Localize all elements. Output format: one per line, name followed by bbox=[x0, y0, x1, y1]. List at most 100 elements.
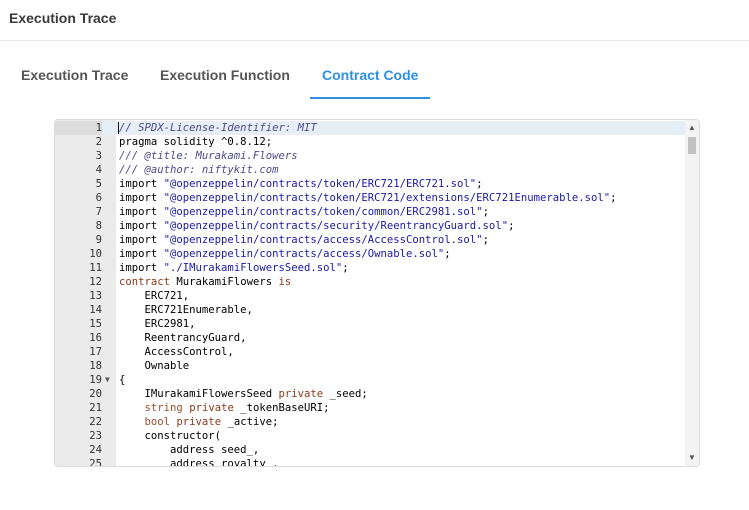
code-text: import "@openzeppelin/contracts/token/co… bbox=[119, 205, 489, 219]
code-line[interactable]: 23 constructor( bbox=[55, 429, 685, 443]
code-line[interactable]: 24 address seed_, bbox=[55, 443, 685, 457]
code-line[interactable]: 1 // SPDX-License-Identifier: MIT bbox=[55, 121, 685, 135]
code-token: ; bbox=[342, 262, 349, 274]
code-token: ; bbox=[610, 192, 617, 204]
code-token: import bbox=[119, 206, 164, 218]
code-text: /// @author: niftykit.com bbox=[119, 163, 278, 177]
code-text: { bbox=[119, 373, 125, 387]
code-token: ERC721Enumerable, bbox=[119, 304, 253, 316]
code-editor[interactable]: 1 // SPDX-License-Identifier: MIT 2 pragma … bbox=[54, 119, 700, 467]
code-line[interactable]: 7 import "@openzeppelin/contracts/token/c… bbox=[55, 205, 685, 219]
code-line[interactable]: 4 /// @author: niftykit.com bbox=[55, 163, 685, 177]
code-token: bool bbox=[144, 416, 171, 428]
code-line[interactable]: 2 pragma solidity ^0.8.12; bbox=[55, 135, 685, 149]
line-number: 5 bbox=[95, 178, 102, 190]
code-text: /// @title: Murakami.Flowers bbox=[119, 149, 298, 163]
code-token: ERC721, bbox=[119, 290, 190, 302]
code-line[interactable]: 22 bool private _active; bbox=[55, 415, 685, 429]
code-text: constructor( bbox=[119, 429, 222, 443]
code-token: Ownable bbox=[119, 360, 190, 372]
code-line[interactable]: 20 IMurakamiFlowersSeed private _seed; bbox=[55, 387, 685, 401]
tab-contract-code[interactable]: Contract Code bbox=[322, 67, 418, 83]
line-number: 17 bbox=[89, 346, 102, 358]
tab-execution-function[interactable]: Execution Function bbox=[160, 67, 290, 83]
code-line[interactable]: 5 import "@openzeppelin/contracts/token/E… bbox=[55, 177, 685, 191]
code-line[interactable]: 12 contract MurakamiFlowers is bbox=[55, 275, 685, 289]
line-number: 9 bbox=[95, 234, 102, 246]
active-tab-underline bbox=[310, 97, 430, 99]
code-line[interactable]: 9 import "@openzeppelin/contracts/access/… bbox=[55, 233, 685, 247]
code-token: "./IMurakamiFlowersSeed.sol" bbox=[163, 262, 343, 274]
code-token: address seed_, bbox=[119, 444, 260, 456]
code-line[interactable]: 17 AccessControl, bbox=[55, 345, 685, 359]
code-token: /// @author: niftykit.com bbox=[119, 164, 279, 176]
code-token: constructor( bbox=[119, 430, 222, 442]
scrollbar-thumb[interactable] bbox=[688, 137, 696, 154]
code-token: "@openzeppelin/contracts/access/Ownable.… bbox=[163, 248, 445, 260]
code-line[interactable]: 8 import "@openzeppelin/contracts/securit… bbox=[55, 219, 685, 233]
code-text: string private _tokenBaseURI; bbox=[119, 401, 330, 415]
line-number: 18 bbox=[89, 360, 102, 372]
code-text: AccessControl, bbox=[119, 345, 234, 359]
code-text: ERC721Enumerable, bbox=[119, 303, 253, 317]
code-token: { bbox=[119, 374, 126, 386]
line-number: 14 bbox=[89, 304, 102, 316]
code-line[interactable]: 19 ▼ { bbox=[55, 373, 685, 387]
code-token: _active; bbox=[221, 416, 279, 428]
code-line[interactable]: 10 import "@openzeppelin/contracts/access… bbox=[55, 247, 685, 261]
code-token: import bbox=[119, 234, 164, 246]
line-number: 21 bbox=[89, 402, 102, 414]
code-text: contract MurakamiFlowers is bbox=[119, 275, 291, 289]
code-text: pragma solidity ^0.8.12; bbox=[119, 135, 272, 149]
page-title: Execution Trace bbox=[9, 10, 117, 26]
code-token: ; bbox=[444, 248, 451, 260]
code-line[interactable]: 14 ERC721Enumerable, bbox=[55, 303, 685, 317]
page-header: Execution Trace bbox=[0, 0, 749, 41]
code-token: private bbox=[278, 388, 324, 400]
fold-chevron-down-icon[interactable]: ▼ bbox=[105, 373, 115, 387]
scroll-up-arrow-icon[interactable]: ▲ bbox=[685, 121, 699, 135]
line-number: 4 bbox=[95, 164, 102, 176]
code-line[interactable]: 15 ERC2981, bbox=[55, 317, 685, 331]
code-token: ; bbox=[482, 206, 489, 218]
line-number: 3 bbox=[95, 150, 102, 162]
code-text: bool private _active; bbox=[119, 415, 279, 429]
code-text: address seed_, bbox=[119, 443, 259, 457]
code-line[interactable]: 6 import "@openzeppelin/contracts/token/E… bbox=[55, 191, 685, 205]
code-area[interactable]: 1 // SPDX-License-Identifier: MIT 2 pragma … bbox=[55, 120, 685, 466]
code-line[interactable]: 25 address royalty_, bbox=[55, 457, 685, 467]
code-token: _seed; bbox=[323, 388, 368, 400]
line-number: 11 bbox=[89, 262, 102, 274]
code-token: // SPDX-License-Identifier: MIT bbox=[119, 122, 317, 134]
line-number: 24 bbox=[89, 444, 102, 456]
code-token: ReentrancyGuard, bbox=[119, 332, 247, 344]
code-text: // SPDX-License-Identifier: MIT bbox=[119, 121, 317, 135]
tab-bar: Execution Trace Execution Function Contr… bbox=[0, 55, 749, 101]
line-number: 2 bbox=[95, 136, 102, 148]
line-number: 6 bbox=[95, 192, 102, 204]
code-token: import bbox=[119, 220, 164, 232]
code-line[interactable]: 3 /// @title: Murakami.Flowers bbox=[55, 149, 685, 163]
code-token: ERC2981, bbox=[119, 318, 196, 330]
tab-execution-trace[interactable]: Execution Trace bbox=[21, 67, 128, 83]
code-line[interactable]: 13 ERC721, bbox=[55, 289, 685, 303]
code-token: import bbox=[119, 192, 164, 204]
code-token: "@openzeppelin/contracts/token/ERC721/ER… bbox=[163, 178, 477, 190]
scroll-down-arrow-icon[interactable]: ▼ bbox=[685, 451, 699, 465]
line-number: 23 bbox=[89, 430, 102, 442]
line-number: 19 bbox=[89, 374, 102, 386]
code-line[interactable]: 18 Ownable bbox=[55, 359, 685, 373]
line-number: 25 bbox=[89, 458, 102, 467]
code-text: IMurakamiFlowersSeed private _seed; bbox=[119, 387, 368, 401]
code-line[interactable]: 16 ReentrancyGuard, bbox=[55, 331, 685, 345]
code-token: import bbox=[119, 248, 164, 260]
line-number: 1 bbox=[55, 121, 102, 135]
code-line[interactable]: 11 import "./IMurakamiFlowersSeed.sol"; bbox=[55, 261, 685, 275]
code-token: import bbox=[119, 262, 164, 274]
code-text: Ownable bbox=[119, 359, 190, 373]
vertical-scrollbar[interactable]: ▲ ▼ bbox=[685, 120, 699, 466]
code-token: MurakamiFlowers bbox=[170, 276, 279, 288]
code-token: "@openzeppelin/contracts/token/ERC721/ex… bbox=[163, 192, 611, 204]
code-line[interactable]: 21 string private _tokenBaseURI; bbox=[55, 401, 685, 415]
